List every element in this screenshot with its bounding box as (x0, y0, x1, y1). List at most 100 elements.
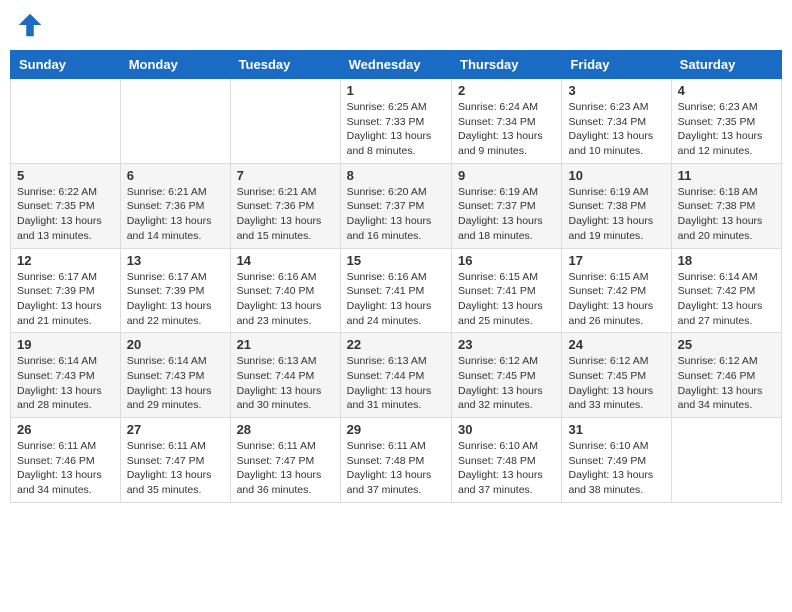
day-number: 13 (127, 253, 224, 268)
day-number: 6 (127, 168, 224, 183)
day-info: Sunrise: 6:23 AM Sunset: 7:35 PM Dayligh… (678, 100, 775, 159)
day-info: Sunrise: 6:16 AM Sunset: 7:40 PM Dayligh… (237, 270, 334, 329)
day-number: 5 (17, 168, 114, 183)
day-info: Sunrise: 6:16 AM Sunset: 7:41 PM Dayligh… (347, 270, 445, 329)
calendar-cell: 8Sunrise: 6:20 AM Sunset: 7:37 PM Daylig… (340, 163, 451, 248)
day-info: Sunrise: 6:21 AM Sunset: 7:36 PM Dayligh… (237, 185, 334, 244)
day-number: 20 (127, 337, 224, 352)
day-header-saturday: Saturday (671, 51, 781, 79)
calendar-cell: 15 Sunrise: 6:16 AM Sunset: 7:41 PM Dayli… (340, 248, 451, 333)
day-info: Sunrise: 6:15 AM Sunset: 7:41 PM Dayligh… (458, 270, 555, 329)
day-header-sunday: Sunday (11, 51, 121, 79)
day-info: Sunrise: 6:21 AM Sunset: 7:36 PM Dayligh… (127, 185, 224, 244)
calendar-cell: 2 Sunrise: 6:24 AM Sunset: 7:34 PM Daylig… (452, 79, 562, 164)
day-number: 15 (347, 253, 445, 268)
day-info: Sunrise: 6:11 AM Sunset: 7:48 PM Dayligh… (347, 439, 445, 498)
calendar-cell: 26 Sunrise: 6:11 AM Sunset: 7:46 PM Dayli… (11, 418, 121, 503)
day-number: 7 (237, 168, 334, 183)
calendar-cell (11, 79, 121, 164)
day-number: 30 (458, 422, 555, 437)
day-number: 28 (237, 422, 334, 437)
day-info: Sunrise: 6:12 AM Sunset: 7:45 PM Dayligh… (458, 354, 555, 413)
calendar-cell: 19 Sunrise: 6:14 AM Sunset: 7:43 PM Dayli… (11, 333, 121, 418)
day-number: 12 (17, 253, 114, 268)
day-number: 23 (458, 337, 555, 352)
day-number: 8 (347, 168, 445, 183)
calendar-cell: 10Sunrise: 6:19 AM Sunset: 7:38 PM Dayli… (562, 163, 671, 248)
day-header-monday: Monday (120, 51, 230, 79)
calendar-cell: 21 Sunrise: 6:13 AM Sunset: 7:44 PM Dayli… (230, 333, 340, 418)
calendar-week-row: 12 Sunrise: 6:17 AM Sunset: 7:39 PM Dayli… (11, 248, 782, 333)
day-info: Sunrise: 6:14 AM Sunset: 7:42 PM Dayligh… (678, 270, 775, 329)
day-number: 22 (347, 337, 445, 352)
day-number: 19 (17, 337, 114, 352)
calendar-cell: 4Sunrise: 6:23 AM Sunset: 7:35 PM Daylig… (671, 79, 781, 164)
day-number: 25 (678, 337, 775, 352)
calendar-cell: 14 Sunrise: 6:16 AM Sunset: 7:40 PM Dayli… (230, 248, 340, 333)
day-number: 3 (568, 83, 664, 98)
day-number: 21 (237, 337, 334, 352)
calendar-cell: 22 Sunrise: 6:13 AM Sunset: 7:44 PM Dayli… (340, 333, 451, 418)
logo-icon (15, 10, 45, 40)
day-info: Sunrise: 6:18 AM Sunset: 7:38 PM Dayligh… (678, 185, 775, 244)
day-number: 24 (568, 337, 664, 352)
day-info: Sunrise: 6:11 AM Sunset: 7:47 PM Dayligh… (127, 439, 224, 498)
day-number: 1 (347, 83, 445, 98)
calendar-cell: 31 Sunrise: 6:10 AM Sunset: 7:49 PM Dayli… (562, 418, 671, 503)
day-info: Sunrise: 6:13 AM Sunset: 7:44 PM Dayligh… (237, 354, 334, 413)
day-header-friday: Friday (562, 51, 671, 79)
day-info: Sunrise: 6:13 AM Sunset: 7:44 PM Dayligh… (347, 354, 445, 413)
day-number: 2 (458, 83, 555, 98)
calendar-cell: 27Sunrise: 6:11 AM Sunset: 7:47 PM Dayli… (120, 418, 230, 503)
logo (15, 10, 49, 40)
day-info: Sunrise: 6:11 AM Sunset: 7:46 PM Dayligh… (17, 439, 114, 498)
calendar-cell: 20 Sunrise: 6:14 AM Sunset: 7:43 PM Dayli… (120, 333, 230, 418)
calendar-cell: 16 Sunrise: 6:15 AM Sunset: 7:41 PM Dayli… (452, 248, 562, 333)
calendar-cell: 17Sunrise: 6:15 AM Sunset: 7:42 PM Dayli… (562, 248, 671, 333)
day-number: 18 (678, 253, 775, 268)
day-info: Sunrise: 6:12 AM Sunset: 7:46 PM Dayligh… (678, 354, 775, 413)
day-number: 11 (678, 168, 775, 183)
calendar-cell: 1 Sunrise: 6:25 AM Sunset: 7:33 PM Daylig… (340, 79, 451, 164)
calendar-table: SundayMondayTuesdayWednesdayThursdayFrid… (10, 50, 782, 503)
day-info: Sunrise: 6:24 AM Sunset: 7:34 PM Dayligh… (458, 100, 555, 159)
day-info: Sunrise: 6:19 AM Sunset: 7:37 PM Dayligh… (458, 185, 555, 244)
day-info: Sunrise: 6:22 AM Sunset: 7:35 PM Dayligh… (17, 185, 114, 244)
day-number: 9 (458, 168, 555, 183)
header (10, 10, 782, 40)
day-header-wednesday: Wednesday (340, 51, 451, 79)
calendar-header-row: SundayMondayTuesdayWednesdayThursdayFrid… (11, 51, 782, 79)
day-info: Sunrise: 6:10 AM Sunset: 7:48 PM Dayligh… (458, 439, 555, 498)
day-info: Sunrise: 6:14 AM Sunset: 7:43 PM Dayligh… (127, 354, 224, 413)
calendar-week-row: 19 Sunrise: 6:14 AM Sunset: 7:43 PM Dayli… (11, 333, 782, 418)
calendar-week-row: 26 Sunrise: 6:11 AM Sunset: 7:46 PM Dayli… (11, 418, 782, 503)
day-number: 26 (17, 422, 114, 437)
calendar-cell: 6 Sunrise: 6:21 AM Sunset: 7:36 PM Daylig… (120, 163, 230, 248)
calendar-week-row: 1 Sunrise: 6:25 AM Sunset: 7:33 PM Daylig… (11, 79, 782, 164)
calendar-cell: 29Sunrise: 6:11 AM Sunset: 7:48 PM Dayli… (340, 418, 451, 503)
day-info: Sunrise: 6:10 AM Sunset: 7:49 PM Dayligh… (568, 439, 664, 498)
calendar-cell (120, 79, 230, 164)
calendar-cell: 18 Sunrise: 6:14 AM Sunset: 7:42 PM Dayli… (671, 248, 781, 333)
day-number: 14 (237, 253, 334, 268)
calendar-cell: 24 Sunrise: 6:12 AM Sunset: 7:45 PM Dayli… (562, 333, 671, 418)
calendar-cell (671, 418, 781, 503)
day-info: Sunrise: 6:25 AM Sunset: 7:33 PM Dayligh… (347, 100, 445, 159)
day-number: 10 (568, 168, 664, 183)
day-info: Sunrise: 6:14 AM Sunset: 7:43 PM Dayligh… (17, 354, 114, 413)
day-header-tuesday: Tuesday (230, 51, 340, 79)
day-info: Sunrise: 6:11 AM Sunset: 7:47 PM Dayligh… (237, 439, 334, 498)
day-number: 16 (458, 253, 555, 268)
calendar-cell: 9 Sunrise: 6:19 AM Sunset: 7:37 PM Daylig… (452, 163, 562, 248)
day-info: Sunrise: 6:17 AM Sunset: 7:39 PM Dayligh… (17, 270, 114, 329)
day-info: Sunrise: 6:12 AM Sunset: 7:45 PM Dayligh… (568, 354, 664, 413)
calendar-cell: 5 Sunrise: 6:22 AM Sunset: 7:35 PM Daylig… (11, 163, 121, 248)
calendar-cell: 11 Sunrise: 6:18 AM Sunset: 7:38 PM Dayli… (671, 163, 781, 248)
calendar-cell: 12 Sunrise: 6:17 AM Sunset: 7:39 PM Dayli… (11, 248, 121, 333)
calendar-cell: 7 Sunrise: 6:21 AM Sunset: 7:36 PM Daylig… (230, 163, 340, 248)
calendar-cell: 3Sunrise: 6:23 AM Sunset: 7:34 PM Daylig… (562, 79, 671, 164)
calendar-cell (230, 79, 340, 164)
calendar-cell: 25 Sunrise: 6:12 AM Sunset: 7:46 PM Dayli… (671, 333, 781, 418)
day-number: 31 (568, 422, 664, 437)
day-info: Sunrise: 6:15 AM Sunset: 7:42 PM Dayligh… (568, 270, 664, 329)
